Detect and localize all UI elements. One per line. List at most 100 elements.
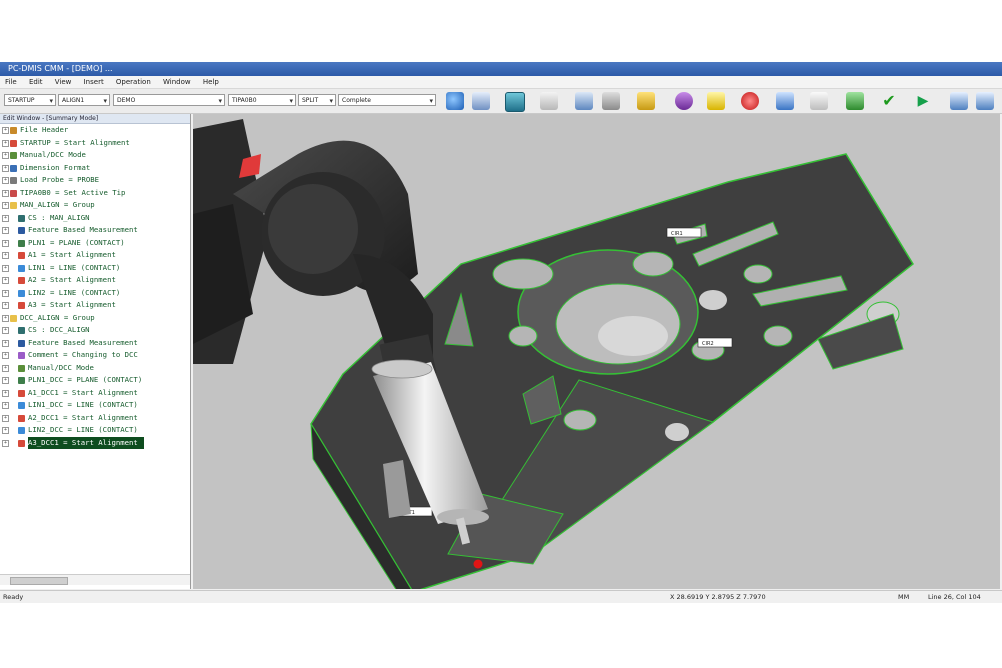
tree-expander[interactable]: + (2, 152, 9, 159)
tree-expander[interactable]: + (2, 177, 9, 184)
tree-expander[interactable]: + (2, 427, 9, 434)
tree-expander[interactable]: + (2, 414, 9, 422)
zoom-fit-icon[interactable] (540, 92, 558, 110)
tip-combo[interactable]: TIPA0B0 (228, 94, 296, 106)
cylinder-icon[interactable] (675, 92, 693, 110)
tree-expander[interactable]: + (2, 402, 9, 409)
tree-item[interactable]: + STARTUP = Start Alignment (0, 137, 190, 150)
view-mode-combo[interactable]: Complete (338, 94, 436, 106)
report-icon[interactable] (950, 92, 968, 110)
alignment2-combo[interactable]: ALIGN1 (58, 94, 110, 106)
tree-expander[interactable]: + (2, 164, 9, 172)
tree-expander[interactable]: + (2, 202, 9, 209)
tree-expander[interactable]: + (2, 314, 9, 322)
tree-expander[interactable]: + (2, 364, 9, 372)
execute-check-icon[interactable]: ✔ (880, 92, 898, 110)
menu-operation[interactable]: Operation (111, 76, 156, 88)
status-bar: Ready X 28.6919 Y 2.8795 Z 7.7970 MM Lin… (0, 590, 1002, 603)
tree-item[interactable]: + File Header (0, 124, 190, 137)
tree-item[interactable]: + LIN1_DCC = LINE (CONTACT) (0, 399, 190, 412)
callout-cir1[interactable]: CIR1 (666, 227, 702, 238)
tree-expander[interactable]: + (2, 339, 9, 347)
cs-icon (18, 214, 25, 222)
tree-expander[interactable]: + (2, 352, 9, 359)
tree-item[interactable]: + CS : MAN_ALIGN (0, 212, 190, 225)
solid-view-icon[interactable] (505, 92, 525, 112)
tree-item[interactable]: + Feature Based Measurement (0, 337, 190, 350)
check-box-icon[interactable] (846, 92, 864, 110)
tree-expander[interactable]: + (2, 389, 9, 397)
tree-item[interactable]: + Manual/DCC Mode (0, 149, 190, 162)
settings-icon[interactable] (976, 92, 994, 110)
menu-insert[interactable]: Insert (79, 76, 109, 88)
window-icon[interactable] (707, 92, 725, 110)
tree-item[interactable]: + PLN1 = PLANE (CONTACT) (0, 237, 190, 250)
tree-item[interactable]: + A3 = Start Alignment (0, 299, 190, 312)
tree-item[interactable]: + Feature Based Measurement (0, 224, 190, 237)
graphics-viewport[interactable]: CIR1 CIR2 PNT1 (193, 114, 1000, 589)
tree-item[interactable]: + LIN2 = LINE (CONTACT) (0, 287, 190, 300)
horizontal-scrollbar[interactable] (0, 574, 190, 585)
graph-icon[interactable] (776, 92, 794, 110)
tree-expander[interactable]: + (2, 289, 9, 297)
copy-icon[interactable] (810, 92, 828, 110)
alignment-combo[interactable]: STARTUP (4, 94, 56, 106)
tree-item[interactable]: + Dimension Format (0, 162, 190, 175)
mode-icon (18, 364, 25, 372)
tree-item[interactable]: + A1_DCC1 = Start Alignment (0, 387, 190, 400)
play-icon[interactable]: ▶ (914, 92, 932, 110)
tree-item[interactable]: + PLN1_DCC = PLANE (CONTACT) (0, 374, 190, 387)
view-split-combo[interactable]: SPLIT (298, 94, 336, 106)
tree-expander[interactable]: + (2, 227, 9, 234)
application-window: PC-DMIS CMM - [DEMO] ... File Edit View … (0, 62, 1002, 603)
cube-view-icon[interactable] (472, 92, 490, 110)
cad-scene[interactable]: CIR1 CIR2 PNT1 (193, 114, 1000, 589)
menu-window[interactable]: Window (158, 76, 196, 88)
no-go-icon[interactable] (741, 92, 759, 110)
tree-item[interactable]: + TIPA0B0 = Set Active Tip (0, 187, 190, 200)
tree-expander[interactable]: + (2, 189, 9, 197)
callout-cir2-label: CIR2 (702, 341, 714, 347)
tree-expander[interactable]: + (2, 139, 9, 147)
menu-edit[interactable]: Edit (24, 76, 48, 88)
tree-expander[interactable]: + (2, 214, 9, 222)
tree-item-label: MAN_ALIGN = Group (20, 200, 95, 209)
status-units: MM (898, 593, 910, 601)
tree-expander[interactable]: + (2, 439, 9, 447)
tree-item[interactable]: + Load Probe = PROBE (0, 174, 190, 187)
tree-item[interactable]: + MAN_ALIGN = Group (0, 199, 190, 212)
tree-item-label: LIN1_DCC = LINE (CONTACT) (28, 400, 138, 409)
tree-expander[interactable]: + (2, 377, 9, 384)
measure-icon[interactable] (637, 92, 655, 110)
tree-item[interactable]: + LIN2_DCC = LINE (CONTACT) (0, 424, 190, 437)
tree-expander[interactable]: + (2, 252, 9, 259)
tree-item[interactable]: + A1 = Start Alignment (0, 249, 190, 262)
tree-expander[interactable]: + (2, 127, 9, 134)
menu-file[interactable]: File (0, 76, 22, 88)
tree-item[interactable]: + A2_DCC1 = Start Alignment (0, 412, 190, 425)
menu-view[interactable]: View (50, 76, 77, 88)
tree-item[interactable]: + DCC_ALIGN = Group (0, 312, 190, 325)
tree-expander[interactable]: + (2, 277, 9, 284)
tree-expander[interactable]: + (2, 327, 9, 334)
tree-item[interactable]: + A2 = Start Alignment (0, 274, 190, 287)
menu-help[interactable]: Help (198, 76, 224, 88)
part-combo[interactable]: DEMO (113, 94, 225, 106)
tree-item[interactable]: + Manual/DCC Mode (0, 362, 190, 375)
scrollbar-thumb[interactable] (10, 577, 68, 585)
globe-view-icon[interactable] (446, 92, 464, 110)
callout-cir2[interactable]: CIR2 (697, 337, 733, 348)
tree-item[interactable]: + LIN1 = LINE (CONTACT) (0, 262, 190, 275)
tree-expander[interactable]: + (2, 302, 9, 309)
probe-view-icon[interactable] (602, 92, 620, 110)
status-coords: X 28.6919 Y 2.8795 Z 7.7970 (670, 593, 766, 601)
alignment-icon (18, 252, 25, 259)
tree-item[interactable]: + A3_DCC1 = Start Alignment (0, 436, 190, 449)
probe-head (193, 119, 437, 384)
status-position: Line 26, Col 104 (928, 593, 981, 601)
layout-icon[interactable] (575, 92, 593, 110)
tree-expander[interactable]: + (2, 264, 9, 272)
tree-item[interactable]: + CS : DCC_ALIGN (0, 324, 190, 337)
tree-item[interactable]: + Comment = Changing to DCC (0, 349, 190, 362)
tree-expander[interactable]: + (2, 239, 9, 247)
